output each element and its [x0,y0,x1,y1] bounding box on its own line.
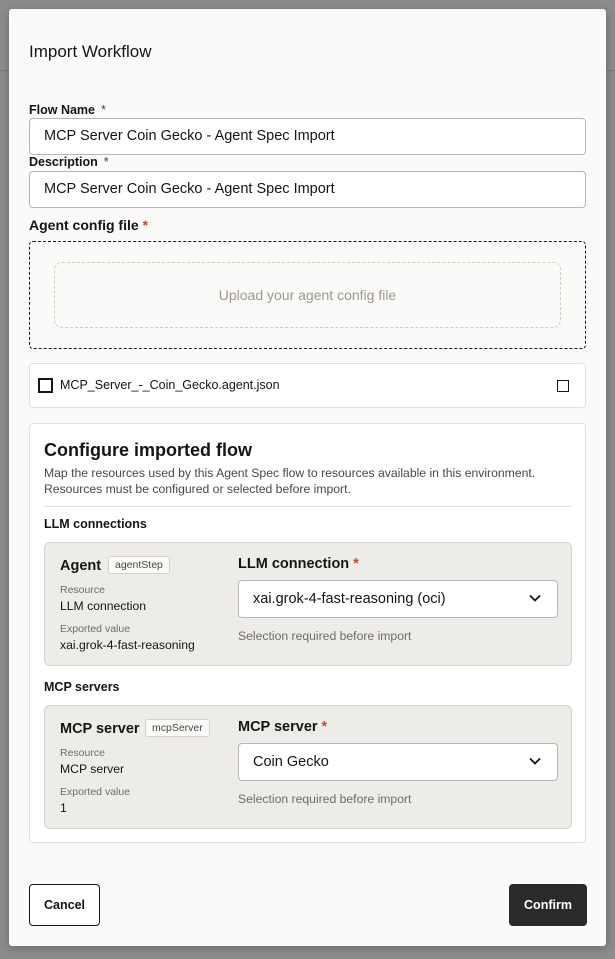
llm-selection-hint: Selection required before import [238,629,412,643]
file-dropzone[interactable]: Upload your agent config file [29,241,586,349]
llm-exported-value: xai.grok-4-fast-reasoning [60,638,195,652]
mcp-resource-label: Resource [60,747,105,759]
llm-exported-label: Exported value [60,623,131,635]
llm-connection-required-mark: * [353,556,359,572]
chevron-down-icon [529,757,541,765]
agent-config-required-mark: * [142,217,149,233]
remove-file-icon[interactable] [557,380,569,392]
flow-name-input[interactable]: MCP Server Coin Gecko - Agent Spec Impor… [29,118,586,155]
mcp-exported-label: Exported value [60,786,131,798]
chevron-down-icon [529,594,541,602]
mcp-exported-value: 1 [60,801,67,815]
file-name: MCP_Server_-_Coin_Gecko.agent.json [60,378,280,392]
mcp-server-label-text: MCP server [238,719,318,735]
mcp-server-required-mark: * [321,719,328,735]
description-label: Description * [29,155,109,169]
import-workflow-dialog: Import Workflow Flow Name * MCP Server Co… [9,9,606,946]
llm-resource-tag: agentStep [108,556,170,574]
llm-connections-heading: LLM connections [44,517,147,531]
mcp-resource-tag: mcpServer [145,719,210,737]
configure-title: Configure imported flow [44,440,252,460]
llm-connection-label-text: LLM connection [238,556,350,572]
description-label-text: Description [29,155,98,169]
confirm-button[interactable]: Confirm [509,884,587,926]
dialog-title: Import Workflow [29,42,152,61]
llm-connection-selected: xai.grok-4-fast-reasoning (oci) [253,591,446,607]
flow-name-required-mark: * [101,103,106,117]
mcp-server-selected: Coin Gecko [253,754,329,770]
agent-config-label: Agent config file * [29,217,148,233]
llm-resource-card: Agent agentStep Resource LLM connection … [44,542,572,666]
mcp-server-label: MCP server * [238,719,327,735]
agent-config-label-text: Agent config file [29,217,139,233]
llm-resource-label: Resource [60,584,105,596]
upload-prompt: Upload your agent config file [218,287,397,303]
llm-resource-value: LLM connection [60,599,147,613]
configure-description: Map the resources used by this Agent Spe… [44,466,536,496]
configure-imported-flow-panel: Configure imported flow Map the resource… [29,423,586,843]
mcp-selection-hint: Selection required before import [238,792,412,806]
upload-config-area[interactable]: Upload your agent config file [54,262,561,328]
mcp-servers-heading: MCP servers [44,680,120,694]
cancel-button[interactable]: Cancel [29,884,100,926]
mcp-resource-card: MCP server mcpServer Resource MCP server… [44,705,572,829]
flow-name-label-text: Flow Name [29,103,95,117]
description-input[interactable]: MCP Server Coin Gecko - Agent Spec Impor… [29,171,586,208]
configure-divider [44,506,571,507]
file-checkbox[interactable] [38,378,53,393]
flow-name-label: Flow Name * [29,103,106,117]
mcp-resource-name: MCP server [60,721,140,737]
mcp-resource-value: MCP server [60,762,125,776]
mcp-server-select[interactable]: Coin Gecko [238,743,558,781]
description-required-mark: * [103,155,109,169]
llm-resource-name: Agent [60,558,102,574]
llm-connection-select[interactable]: xai.grok-4-fast-reasoning (oci) [238,580,558,618]
llm-connection-label: LLM connection * [238,556,359,572]
uploaded-file-row: MCP_Server_-_Coin_Gecko.agent.json [29,363,586,408]
